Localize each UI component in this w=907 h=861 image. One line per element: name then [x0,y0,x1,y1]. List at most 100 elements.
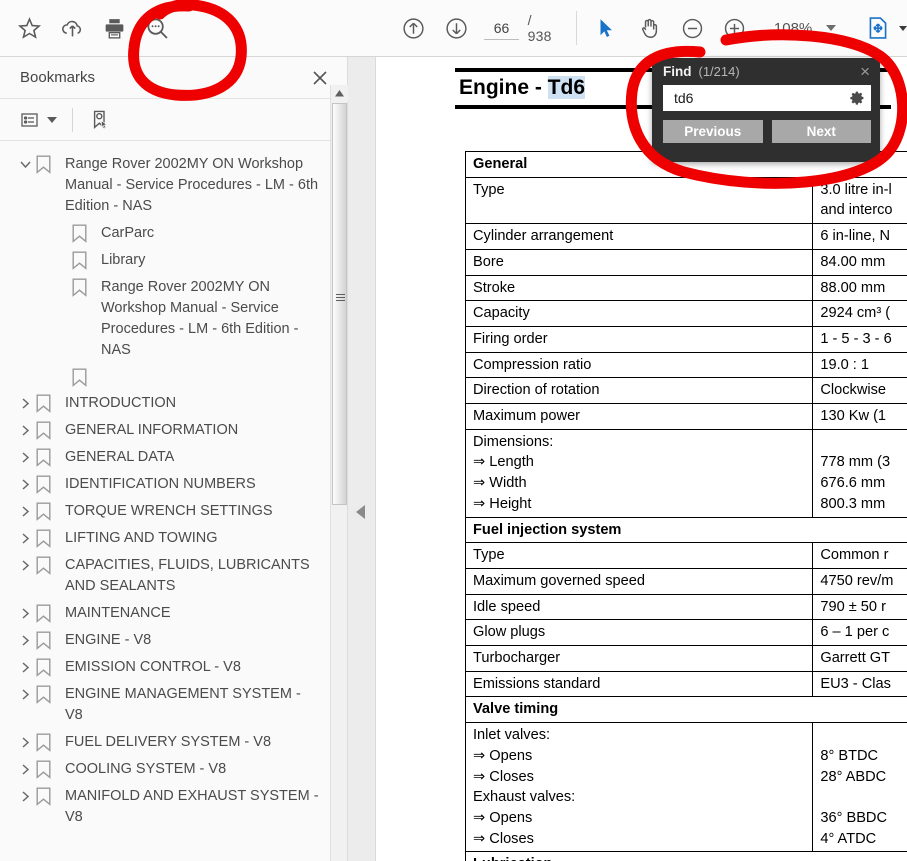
bookmark-item-label: CAPACITIES, FLUIDS, LUBRICANTS AND SEALA… [65,557,310,594]
table-row: Capacity 2924 cm³ ( [464,300,907,327]
table-cell-label: Stroke [464,274,814,302]
chevron-right-icon[interactable] [14,447,36,467]
bookmark-icon [36,603,58,623]
find-input-wrapper[interactable] [663,85,871,111]
bookmark-item[interactable]: ENGINE MANAGEMENT SYSTEM - V8 [0,681,330,729]
table-cell-value: 4750 rev/m [812,567,907,595]
toolbar-divider [576,11,578,45]
chevron-right-icon[interactable] [14,759,36,779]
document-viewport[interactable]: Engine - Td6 General Type 3.0 litre in-l a… [377,57,907,861]
panel-splitter[interactable] [348,57,376,861]
chevron-right-icon[interactable] [14,786,36,806]
chevron-right-icon[interactable] [14,732,36,752]
fit-page-icon[interactable] [856,5,899,51]
fit-dropdown-caret-icon[interactable] [899,25,907,31]
star-icon[interactable] [8,5,51,51]
bookmark-item[interactable]: TORQUE WRENCH SETTINGS [0,498,330,525]
table-cell-value: 1 - 5 - 3 - 6 [812,325,907,353]
page-number-input[interactable]: 66 [484,16,519,40]
bookmark-item[interactable]: Library [0,247,330,274]
table-cell-label: Bore [464,248,814,276]
bookmark-item[interactable]: MANIFOLD AND EXHAUST SYSTEM - V8 [0,783,330,831]
bookmark-item[interactable]: GENERAL DATA [0,444,330,471]
page-title-text: Engine - [459,76,548,99]
collapse-panel-arrow-icon[interactable] [356,505,365,519]
zoom-out-icon[interactable] [671,5,714,51]
bookmark-item[interactable] [0,364,330,390]
search-match-highlight: Td6 [547,76,586,99]
bookmark-item-label: EMISSION CONTROL - V8 [65,659,241,675]
page-total-label: / 938 [527,12,552,44]
table-cell-value: 778 mm (3 676.6 mm 800.3 mm [812,428,907,518]
bookmark-item[interactable]: ENGINE - V8 [0,627,330,654]
bookmark-item[interactable]: MAINTENANCE [0,600,330,627]
previous-page-icon[interactable] [391,5,435,51]
bookmark-options-caret-icon[interactable] [47,116,57,123]
find-input[interactable] [672,89,849,107]
table-row: Type Common r [464,542,907,569]
table-cell-value: 2924 cm³ ( [812,300,907,327]
table-cell-label: Maximum power [464,403,814,430]
bookmarks-panel: Bookmarks Range Rover 2002MY ON Workshop… [0,57,348,861]
bookmark-item-label: FUEL DELIVERY SYSTEM - V8 [65,734,272,750]
scroll-up-arrow-icon[interactable] [331,85,348,102]
bookmarks-toolbar-divider [72,107,73,132]
bookmark-item[interactable]: CAPACITIES, FLUIDS, LUBRICANTS AND SEALA… [0,552,330,600]
bookmark-item[interactable]: CarParc [0,220,330,247]
chevron-right-icon[interactable] [14,501,36,521]
bookmark-item[interactable]: Range Rover 2002MY ON Workshop Manual - … [0,151,330,220]
search-icon[interactable] [136,5,179,51]
chevron-right-icon[interactable] [14,555,36,575]
bookmarks-scrollbar[interactable] [330,85,348,861]
table-section-row: Valve timing [465,696,907,724]
new-bookmark-icon[interactable] [85,106,115,134]
chevron-right-icon[interactable] [14,420,36,440]
bookmarks-tree[interactable]: Range Rover 2002MY ON Workshop Manual - … [0,142,330,861]
zoom-in-icon[interactable] [713,5,756,51]
bookmark-item[interactable]: FUEL DELIVERY SYSTEM - V8 [0,729,330,756]
chevron-right-icon[interactable] [14,603,36,623]
table-row: Firing order 1 - 5 - 3 - 6 [464,325,907,353]
bookmark-item-label: Library [101,252,146,268]
zoom-level-label[interactable]: 108% [770,20,812,37]
table-row: Inlet valves: ⇒ Opens ⇒ Closes Exhaust v… [464,722,907,853]
scrollbar-thumb[interactable] [332,103,347,505]
bookmark-item[interactable]: Range Rover 2002MY ON Workshop Manual - … [0,274,330,364]
find-previous-button[interactable]: Previous [663,120,763,143]
chevron-right-icon[interactable] [14,528,36,548]
scrollbar-grip-icon [336,294,345,303]
chevron-right-icon[interactable] [14,657,36,677]
table-row: Dimensions: ⇒ Length ⇒ Width ⇒ Height 77… [464,428,907,518]
bookmark-item[interactable]: LIFTING AND TOWING [0,525,330,552]
bookmark-item[interactable]: IDENTIFICATION NUMBERS [0,471,330,498]
find-dialog[interactable]: Find (1/214) × Previous Next [652,58,880,162]
upload-cloud-icon[interactable] [51,5,94,51]
chevron-right-icon[interactable] [14,684,36,704]
chevron-right-icon[interactable] [14,630,36,650]
table-row: Stroke 88.00 mm [464,274,907,302]
bookmark-options-button[interactable] [16,106,60,134]
next-page-icon[interactable] [435,5,479,51]
bookmark-item[interactable]: INTRODUCTION [0,390,330,417]
select-tool-icon[interactable] [585,5,628,51]
bookmark-icon [72,277,94,297]
bookmark-item[interactable]: EMISSION CONTROL - V8 [0,654,330,681]
pan-tool-icon[interactable] [628,5,671,51]
bookmark-item[interactable]: GENERAL INFORMATION [0,417,330,444]
chevron-right-icon[interactable] [14,393,36,413]
chevron-down-icon[interactable] [14,154,36,174]
bookmark-icon [72,250,94,270]
table-cell-label: Glow plugs [464,619,814,647]
bookmark-item-label: IDENTIFICATION NUMBERS [65,476,256,492]
table-row: Cylinder arrangement 6 in-line, N [464,223,907,250]
zoom-dropdown-caret-icon[interactable] [826,25,837,31]
chevron-right-icon[interactable] [14,474,36,494]
table-cell-label: Turbocharger [464,645,814,672]
print-icon[interactable] [94,5,137,51]
bookmark-item[interactable]: COOLING SYSTEM - V8 [0,756,330,783]
find-next-button[interactable]: Next [771,120,871,143]
find-close-icon[interactable]: × [858,63,872,80]
gear-icon[interactable] [849,90,865,106]
bookmark-icon [36,657,58,677]
table-row: Emissions standard EU3 - Clas [464,670,907,698]
